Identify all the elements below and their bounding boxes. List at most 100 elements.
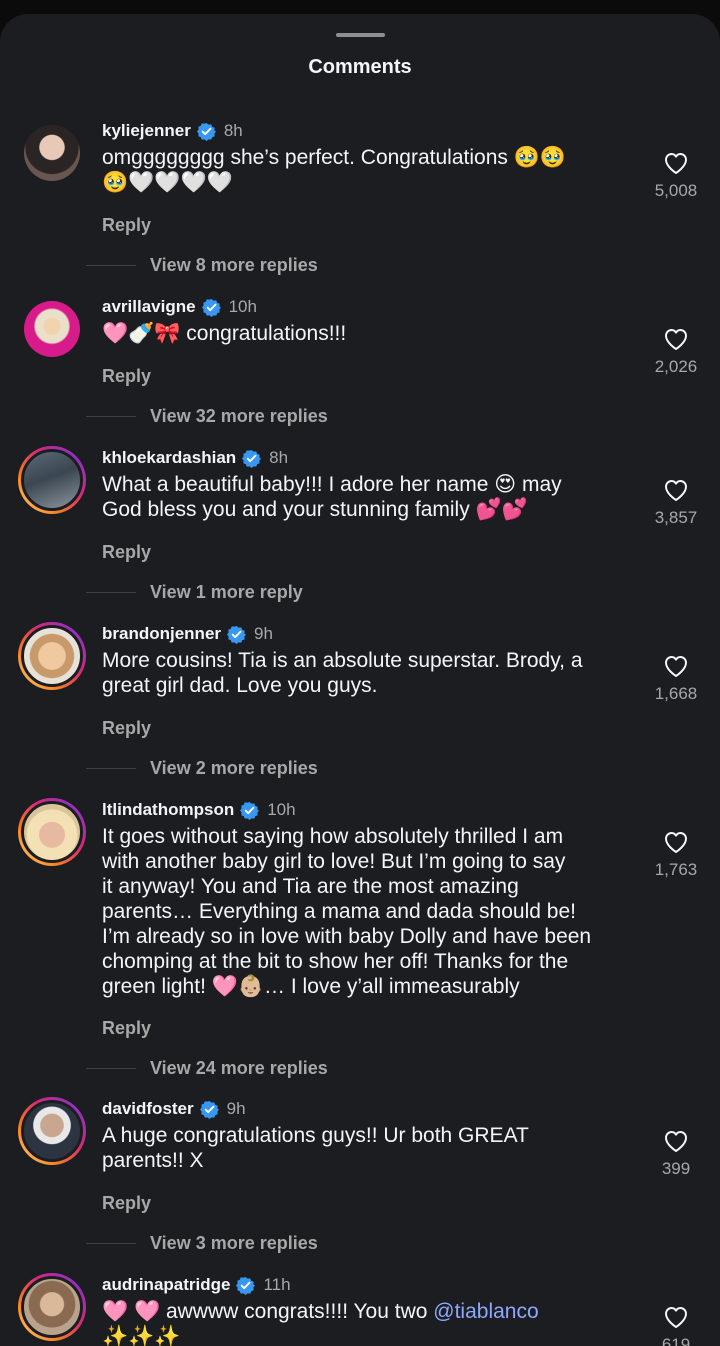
username[interactable]: ltlindathompson [102, 800, 234, 820]
like-button[interactable]: 1,763 [640, 830, 712, 880]
heart-outline-icon [665, 832, 687, 853]
heart-outline-icon [665, 480, 687, 501]
comment-text-line: 🥹🤍🤍🤍🤍 [102, 171, 233, 194]
comment-meta: audrinapatridge 11h [102, 1273, 291, 1297]
avatar[interactable] [18, 1097, 86, 1165]
comment-text: 🩷🍼🎀 congratulations!!! [102, 321, 637, 346]
verified-badge-icon [201, 298, 221, 317]
drag-handle[interactable] [336, 33, 385, 37]
comment-time: 9h [254, 624, 273, 643]
like-button[interactable]: 3,857 [640, 478, 712, 528]
comment-text: It goes without saying how absolutely th… [102, 824, 637, 999]
heart-outline-icon [665, 1131, 687, 1152]
avatar[interactable] [24, 125, 80, 181]
like-button[interactable]: 619 [640, 1305, 712, 1346]
comment-text-line: 🩷🍼🎀 congratulations!!! [102, 322, 347, 345]
view-replies-button[interactable]: View 32 more replies [86, 406, 328, 427]
comment-text-line: green light! 🩷👶🏼… I love y’all immeasura… [102, 975, 520, 998]
avatar-image [21, 625, 83, 687]
comment-time: 9h [226, 1099, 246, 1118]
verified-badge-icon [227, 625, 247, 644]
avatar[interactable] [18, 1273, 86, 1341]
view-replies-label: View 2 more replies [150, 758, 318, 778]
comment-text: omgggggggg she’s perfect. Congratulation… [102, 145, 637, 195]
comment-time: 10h [267, 800, 296, 819]
mention-link[interactable]: @tiablanco [433, 1300, 538, 1323]
reply-button[interactable]: Reply [102, 542, 151, 563]
comment-meta: brandonjenner 9h [102, 622, 273, 646]
verified-badge-icon [196, 122, 216, 141]
comment-text-line: 🩷 🩷 awwww congrats!!!! You two @tiablanc… [102, 1299, 637, 1324]
comment-text-line: chomping at the bit to show her off! Tha… [102, 950, 569, 973]
username[interactable]: brandonjenner [102, 624, 221, 644]
comment-text-line: It goes without saying how absolutely th… [102, 825, 564, 848]
like-count: 2,026 [654, 357, 698, 376]
comment-text-line: More cousins! Tia is an absolute superst… [102, 649, 583, 672]
comment-text-line: I’m already so in love with baby Dolly a… [102, 925, 592, 948]
comment-time: 11h [263, 1275, 291, 1294]
view-replies-label: View 32 more replies [150, 406, 328, 426]
divider-line [86, 1243, 136, 1244]
avatar-image [21, 449, 83, 511]
comment-text: More cousins! Tia is an absolute superst… [102, 648, 637, 698]
username[interactable]: kyliejenner [102, 121, 191, 141]
comment-text: 🩷 🩷 awwww congrats!!!! You two @tiablanc… [102, 1299, 637, 1346]
comment-text-line: ✨✨✨ [102, 1325, 181, 1346]
comment-text-line: parents!! X [102, 1149, 204, 1172]
comment-meta: avrillavigne 10h [102, 295, 257, 319]
view-replies-button[interactable]: View 1 more reply [86, 582, 303, 603]
heart-outline-icon [665, 329, 687, 350]
divider-line [86, 1068, 136, 1069]
comment-text-segment: 🩷 🩷 awwww congrats!!!! You two [102, 1300, 434, 1323]
view-replies-button[interactable]: View 24 more replies [86, 1058, 328, 1079]
comment-text-line: God bless you and your stunning family 💕… [102, 498, 528, 521]
username[interactable]: davidfoster [102, 1099, 194, 1119]
avatar-image [21, 801, 83, 863]
username[interactable]: avrillavigne [102, 297, 196, 317]
username[interactable]: audrinapatridge [102, 1275, 230, 1295]
reply-button[interactable]: Reply [102, 718, 151, 739]
view-replies-button[interactable]: View 8 more replies [86, 255, 318, 276]
comment-text-line: A huge congratulations guys!! Ur both GR… [102, 1124, 529, 1147]
avatar-image [21, 1100, 83, 1162]
like-count: 619 [661, 1335, 691, 1346]
like-count: 3,857 [654, 508, 698, 527]
avatar[interactable] [18, 446, 86, 514]
comment-time: 8h [223, 121, 243, 140]
comment-time: 10h [228, 297, 257, 316]
like-button[interactable]: 2,026 [640, 327, 712, 377]
like-count: 5,008 [654, 181, 698, 200]
divider-line [86, 416, 136, 417]
heart-outline-icon [665, 1307, 687, 1328]
verified-badge-icon [236, 1276, 256, 1295]
comment-meta: ltlindathompson 10h [102, 798, 296, 822]
view-replies-label: View 24 more replies [150, 1058, 328, 1078]
comment-text-line: it anyway! You and Tia are the most amaz… [102, 875, 519, 898]
reply-button[interactable]: Reply [102, 215, 151, 236]
reply-button[interactable]: Reply [102, 1193, 151, 1214]
avatar[interactable] [24, 301, 80, 357]
sheet-title: Comments [308, 56, 412, 78]
comment-meta: khloekardashian 8h [102, 446, 288, 470]
divider-line [86, 768, 136, 769]
like-button[interactable]: 399 [640, 1129, 712, 1179]
like-count: 1,668 [654, 684, 698, 703]
view-replies-label: View 8 more replies [150, 255, 318, 275]
heart-outline-icon [665, 656, 687, 677]
reply-button[interactable]: Reply [102, 1018, 151, 1039]
view-replies-button[interactable]: View 2 more replies [86, 758, 318, 779]
avatar-image [21, 1276, 83, 1338]
like-count: 399 [661, 1159, 691, 1178]
avatar[interactable] [18, 798, 86, 866]
like-button[interactable]: 5,008 [640, 151, 712, 201]
reply-button[interactable]: Reply [102, 366, 151, 387]
comment-text-line: What a beautiful baby!!! I adore her nam… [102, 473, 562, 496]
username[interactable]: khloekardashian [102, 448, 236, 468]
comment-text: What a beautiful baby!!! I adore her nam… [102, 472, 637, 522]
avatar[interactable] [18, 622, 86, 690]
like-count: 1,763 [654, 860, 698, 879]
view-replies-button[interactable]: View 3 more replies [86, 1233, 318, 1254]
comment-text-line: omgggggggg she’s perfect. Congratulation… [102, 146, 567, 169]
like-button[interactable]: 1,668 [640, 654, 712, 704]
view-replies-label: View 1 more reply [150, 582, 303, 602]
